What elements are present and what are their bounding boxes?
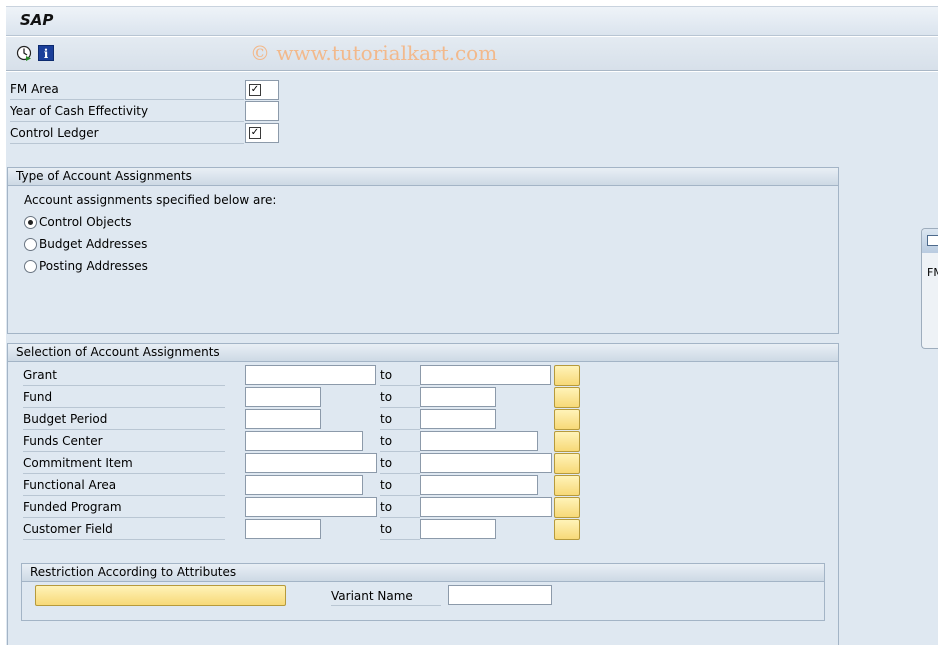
radio-label-budget-addresses: Budget Addresses	[39, 237, 148, 251]
funds-center-label: Funds Center	[23, 431, 225, 452]
funds-center-to-input[interactable]	[420, 431, 538, 451]
control-ledger-label: Control Ledger	[10, 123, 244, 144]
fm-area-label: FM Area	[10, 79, 244, 100]
grant-from-input[interactable]	[245, 365, 376, 385]
clock-execute-icon[interactable]	[16, 45, 32, 61]
fund-from-input[interactable]	[245, 387, 321, 407]
radio-control-objects[interactable]	[24, 216, 37, 229]
customer-field-to-input[interactable]	[420, 519, 496, 539]
funds-center-multiple-selection-button[interactable]	[554, 431, 580, 452]
grant-multiple-selection-button[interactable]	[554, 365, 580, 386]
budget-period-to-input[interactable]	[420, 409, 496, 429]
year-of-cash-effectivity-label: Year of Cash Effectivity	[10, 101, 244, 122]
grant-label: Grant	[23, 365, 225, 386]
attributes-selection-button[interactable]	[35, 585, 286, 606]
to-label: to	[380, 453, 420, 474]
grant-to-input[interactable]	[420, 365, 551, 385]
customer-field-label: Customer Field	[23, 519, 225, 540]
funded-program-multiple-selection-button[interactable]	[554, 497, 580, 518]
commitment-item-multiple-selection-button[interactable]	[554, 453, 580, 474]
control-ledger-checkbox[interactable]: ✓	[245, 123, 279, 143]
fund-to-input[interactable]	[420, 387, 496, 407]
funded-program-label: Funded Program	[23, 497, 225, 518]
budget-period-label: Budget Period	[23, 409, 225, 430]
year-of-cash-effectivity-input[interactable]	[245, 101, 279, 121]
budget-period-multiple-selection-button[interactable]	[554, 409, 580, 430]
functional-area-multiple-selection-button[interactable]	[554, 475, 580, 496]
radio-selected-dot	[28, 220, 33, 225]
functional-area-from-input[interactable]	[245, 475, 363, 495]
radio-posting-addresses[interactable]	[24, 260, 37, 273]
type-of-account-assignments-group: Type of Account Assignments Account assi…	[7, 167, 839, 334]
customer-field-from-input[interactable]	[245, 519, 321, 539]
radio-label-posting-addresses: Posting Addresses	[39, 259, 148, 273]
checkmark-icon: ✓	[249, 127, 261, 139]
watermark-text: © www.tutorialkart.com	[250, 41, 498, 65]
radio-budget-addresses[interactable]	[24, 238, 37, 251]
commitment-item-to-input[interactable]	[420, 453, 552, 473]
assignment-prompt: Account assignments specified below are:	[24, 193, 277, 207]
functional-area-to-input[interactable]	[420, 475, 538, 495]
to-label: to	[380, 431, 420, 452]
functional-area-label: Functional Area	[23, 475, 225, 496]
title-bar: SAP	[6, 6, 938, 36]
to-label: to	[380, 409, 420, 430]
side-popup-text: FM	[927, 266, 938, 279]
to-label: to	[380, 365, 420, 386]
radio-label-control-objects: Control Objects	[39, 215, 132, 229]
window-title: SAP	[20, 11, 54, 29]
side-popup-panel[interactable]: FM	[921, 228, 938, 349]
application-toolbar: i © www.tutorialkart.com	[6, 37, 938, 71]
to-label: to	[380, 387, 420, 408]
group-title: Selection of Account Assignments	[8, 344, 838, 362]
commitment-item-from-input[interactable]	[245, 453, 377, 473]
fund-label: Fund	[23, 387, 225, 408]
side-popup-header	[922, 229, 938, 253]
group-title: Type of Account Assignments	[8, 168, 838, 186]
to-label: to	[380, 475, 420, 496]
funds-center-from-input[interactable]	[245, 431, 363, 451]
budget-period-from-input[interactable]	[245, 409, 321, 429]
group-title: Restriction According to Attributes	[22, 564, 824, 582]
to-label: to	[380, 497, 420, 518]
checkmark-icon: ✓	[249, 84, 261, 96]
funded-program-to-input[interactable]	[420, 497, 552, 517]
info-icon[interactable]: i	[38, 45, 54, 61]
variant-name-input[interactable]	[448, 585, 552, 605]
funded-program-from-input[interactable]	[245, 497, 377, 517]
fm-area-checkbox[interactable]: ✓	[245, 80, 279, 100]
variant-name-label: Variant Name	[331, 586, 441, 606]
customer-field-multiple-selection-button[interactable]	[554, 519, 580, 540]
to-label: to	[380, 519, 420, 540]
window-icon	[927, 235, 938, 246]
fund-multiple-selection-button[interactable]	[554, 387, 580, 408]
commitment-item-label: Commitment Item	[23, 453, 225, 474]
